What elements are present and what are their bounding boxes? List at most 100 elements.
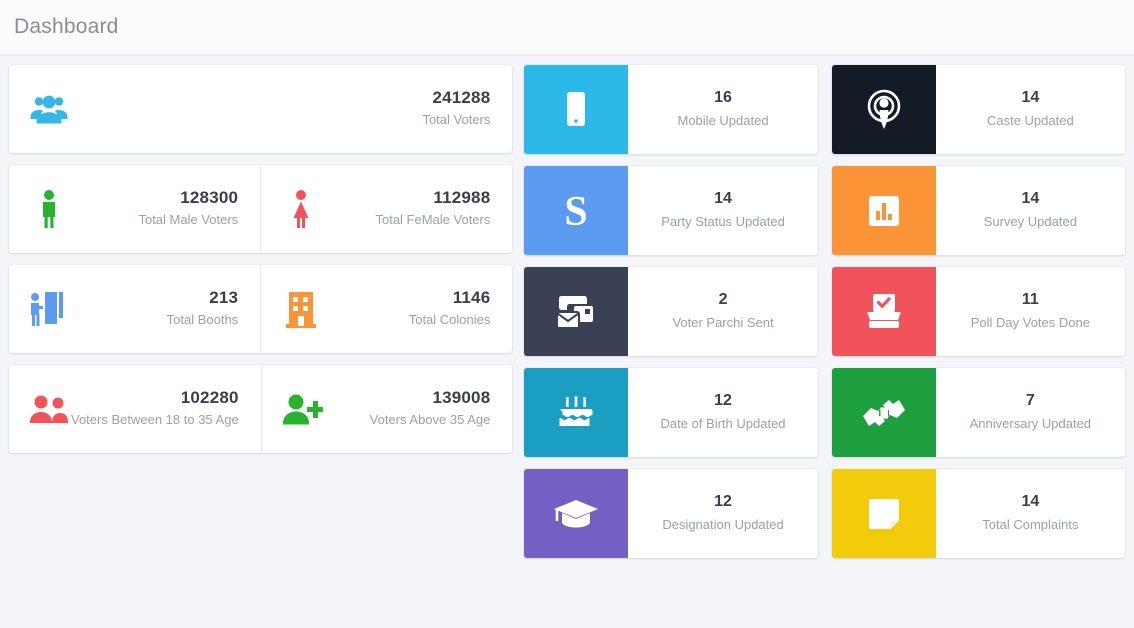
- tile-card-date-of-birth-updated[interactable]: 12 Date of Birth Updated: [524, 368, 818, 457]
- stat-text: 112988 Total FeMale Voters: [375, 187, 490, 231]
- tile-icon-backdrop: [831, 469, 936, 558]
- tile-card-survey-updated[interactable]: 14 Survey Updated: [831, 166, 1125, 255]
- stat-value: 102280: [180, 388, 239, 408]
- tile-body: 14 Caste Updated: [936, 65, 1125, 154]
- broadcast-icon: [864, 89, 904, 131]
- stat-card[interactable]: 213 Total Booths 1146 Total Colonies: [9, 265, 513, 353]
- tile-icon-backdrop: [524, 267, 629, 356]
- stat-text: 102280 Voters Between 18 to 35 Age: [71, 387, 239, 431]
- stat-label: Total FeMale Voters: [375, 212, 491, 228]
- middle-tiles-column: 16 Mobile Updated S 14 Party Status Upda…: [524, 65, 818, 558]
- stat-label: Total Male Voters: [138, 212, 239, 228]
- bar-chart-report-icon: [867, 194, 901, 228]
- note-page-icon: [866, 496, 902, 532]
- tile-body: 14 Total Complaints: [936, 469, 1125, 558]
- ballot-box-icon: [862, 292, 906, 332]
- tile-icon-backdrop: [831, 166, 936, 255]
- stat-text: 1146 Total Colonies: [409, 287, 491, 331]
- handshake-icon: [861, 396, 907, 430]
- stat-value: 1146: [452, 288, 491, 308]
- tile-body: 2 Voter Parchi Sent: [628, 267, 817, 356]
- tile-card-designation-updated[interactable]: 12 Designation Updated: [524, 469, 818, 558]
- person-plus-icon: [280, 387, 324, 431]
- tile-label: Mobile Updated: [677, 113, 769, 129]
- tile-icon-backdrop: [524, 469, 629, 558]
- tile-body: 12 Designation Updated: [628, 469, 817, 558]
- stat-cell-voters-18-to-35[interactable]: 102280 Voters Between 18 to 35 Age: [9, 365, 261, 453]
- stat-value: 112988: [433, 188, 491, 208]
- birthday-cake-icon: [556, 393, 596, 433]
- tile-value: 14: [1021, 493, 1040, 511]
- tile-body: 11 Poll Day Votes Done: [936, 267, 1125, 356]
- tile-value: 2: [718, 291, 728, 309]
- stat-text: 241288 Total Voters: [422, 87, 490, 131]
- tile-icon-backdrop: [831, 267, 936, 356]
- mail-stack-icon: [554, 292, 598, 332]
- stat-label: Total Booths: [166, 312, 239, 328]
- tile-label: Anniversary Updated: [969, 416, 1092, 432]
- tile-card-poll-day-votes-done[interactable]: 11 Poll Day Votes Done: [831, 267, 1125, 356]
- page-title: Dashboard: [14, 15, 119, 38]
- tile-icon-backdrop: [524, 368, 629, 457]
- male-person-icon: [27, 187, 71, 231]
- tile-icon-backdrop: [524, 65, 629, 154]
- stat-label: Voters Above 35 Age: [369, 412, 491, 428]
- tile-card-voter-parchi-sent[interactable]: 2 Voter Parchi Sent: [524, 267, 818, 356]
- tile-label: Caste Updated: [986, 113, 1074, 129]
- left-stats-column: 241288 Total Voters 128300 Total Male Vo…: [9, 65, 513, 453]
- stat-cell-voters-above-35[interactable]: 139008 Voters Above 35 Age: [260, 365, 513, 453]
- tile-value: 14: [1021, 89, 1040, 107]
- right-tiles-column: 14 Caste Updated 14 Survey Updated 11 Po…: [831, 65, 1125, 558]
- female-person-icon: [279, 187, 323, 231]
- stat-cell-total-female-voters[interactable]: 112988 Total FeMale Voters: [260, 165, 512, 253]
- graduation-cap-icon: [553, 497, 599, 531]
- stat-cell-total-male-voters[interactable]: 128300 Total Male Voters: [9, 165, 260, 253]
- letter-s-icon: S: [556, 189, 596, 233]
- tile-card-total-complaints[interactable]: 14 Total Complaints: [831, 469, 1125, 558]
- tile-label: Total Complaints: [982, 517, 1079, 533]
- tile-body: 7 Anniversary Updated: [936, 368, 1125, 457]
- mobile-phone-icon: [563, 90, 589, 130]
- tile-card-anniversary-updated[interactable]: 7 Anniversary Updated: [831, 368, 1125, 457]
- dashboard-content: 241288 Total Voters 128300 Total Male Vo…: [0, 55, 1134, 558]
- stat-label: Total Colonies: [408, 312, 491, 328]
- stat-value: 128300: [180, 188, 239, 208]
- stat-value: 213: [209, 288, 239, 308]
- tile-value: 11: [1021, 291, 1039, 309]
- tile-body: 16 Mobile Updated: [628, 65, 817, 154]
- tile-value: 16: [714, 89, 732, 107]
- tile-label: Designation Updated: [662, 517, 784, 533]
- stat-cell-total-voters[interactable]: 241288 Total Voters: [9, 65, 512, 153]
- svg-text:S: S: [565, 189, 588, 233]
- tile-label: Poll Day Votes Done: [970, 315, 1090, 331]
- stat-label: Voters Between 18 to 35 Age: [71, 412, 239, 428]
- stat-text: 139008 Voters Above 35 Age: [370, 387, 491, 431]
- stat-cell-total-colonies[interactable]: 1146 Total Colonies: [260, 265, 512, 353]
- voting-booth-icon: [27, 287, 71, 331]
- tile-card-caste-updated[interactable]: 14 Caste Updated: [831, 65, 1125, 154]
- stat-label: Total Voters: [422, 112, 491, 128]
- stat-text: 128300 Total Male Voters: [138, 187, 238, 231]
- tile-label: Date of Birth Updated: [660, 416, 786, 432]
- stat-text: 213 Total Booths: [167, 287, 239, 331]
- tile-icon-backdrop: [831, 368, 936, 457]
- tile-body: 12 Date of Birth Updated: [628, 368, 817, 457]
- two-people-icon: [27, 387, 71, 431]
- tile-value: 14: [1021, 190, 1040, 208]
- stat-value: 139008: [432, 388, 491, 408]
- tile-card-mobile-updated[interactable]: 16 Mobile Updated: [524, 65, 818, 154]
- tile-value: 12: [714, 493, 732, 511]
- stat-card[interactable]: 128300 Total Male Voters 112988 Total Fe…: [9, 165, 513, 253]
- tile-label: Voter Parchi Sent: [672, 315, 774, 331]
- stat-value: 241288: [432, 88, 491, 108]
- stat-cell-total-booths[interactable]: 213 Total Booths: [9, 265, 260, 353]
- tile-value: 7: [1025, 392, 1035, 410]
- stat-card[interactable]: 102280 Voters Between 18 to 35 Age 13900…: [9, 365, 513, 453]
- tile-body: 14 Survey Updated: [936, 166, 1125, 255]
- tile-body: 14 Party Status Updated: [628, 166, 817, 255]
- stat-card[interactable]: 241288 Total Voters: [9, 65, 513, 153]
- tile-icon-backdrop: S: [524, 166, 629, 255]
- tile-card-party-status-updated[interactable]: S 14 Party Status Updated: [524, 166, 818, 255]
- page-header: Dashboard: [0, 0, 1134, 55]
- tile-value: 12: [714, 392, 732, 410]
